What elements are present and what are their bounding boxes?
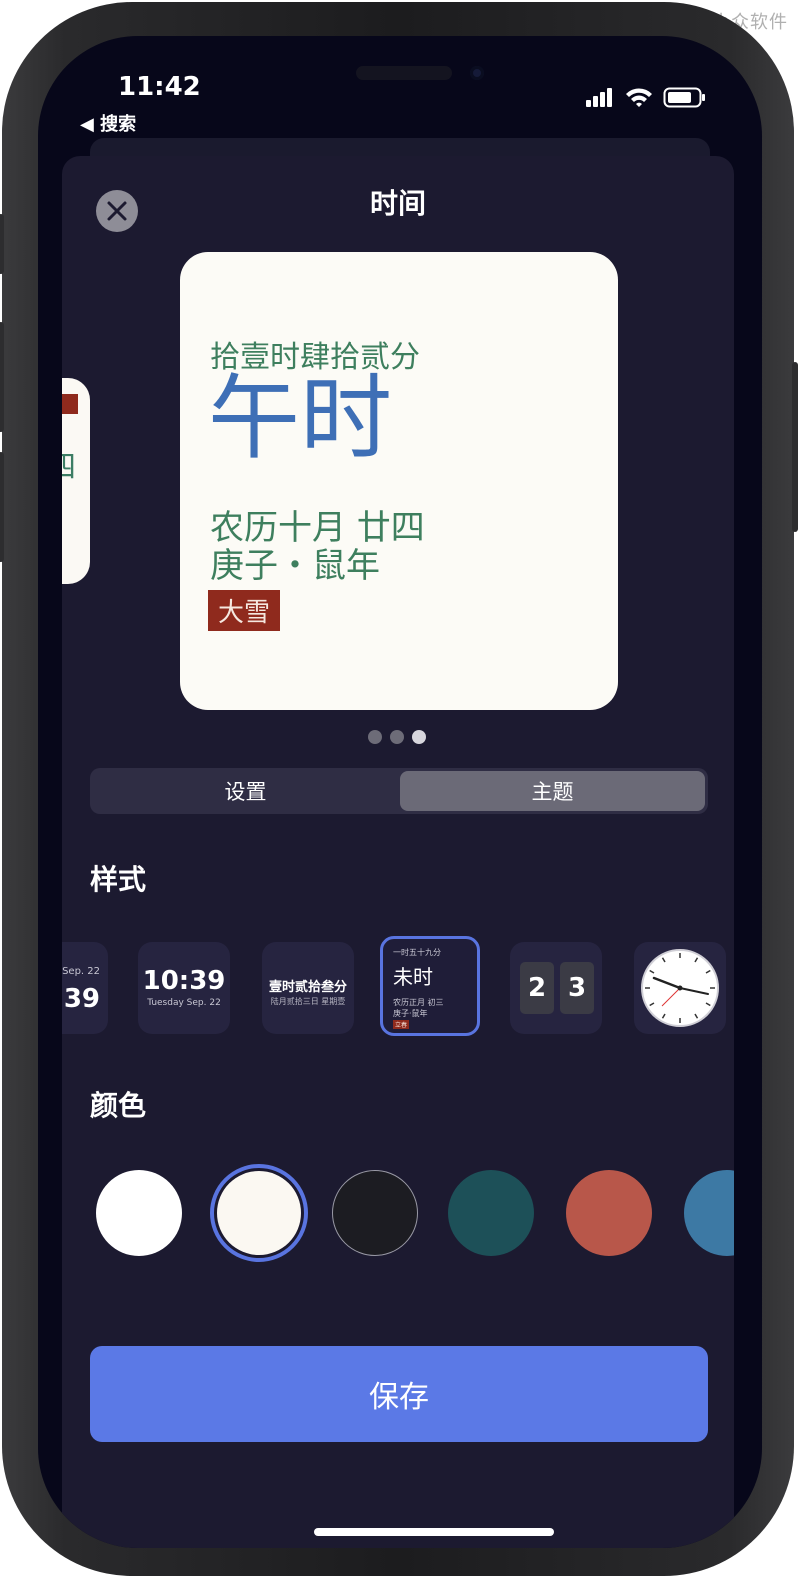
battery-icon (663, 87, 705, 108)
cellular-signal-icon (586, 88, 612, 107)
style-option-trad-time: 一时五十九分 (393, 948, 441, 957)
page-dot[interactable] (390, 730, 404, 744)
color-swatch-cream-selected[interactable] (210, 1164, 308, 1262)
style-option-date-text: Sep. 22 (62, 966, 100, 977)
flip-digit: 2 (520, 962, 554, 1014)
mute-switch (0, 214, 4, 274)
preview-solar-term-badge: 大雪 (208, 590, 281, 631)
power-button (792, 362, 798, 532)
side-card-char: 四 (62, 442, 76, 486)
settings-theme-segmented-control: 设置 主题 (90, 768, 708, 814)
style-option-numerals-text: 壹时贰拾叁分 (268, 980, 347, 995)
style-option-trad-hour: 未时 (393, 965, 433, 989)
back-to-search-link[interactable]: ◀ 搜索 (80, 110, 136, 136)
tab-settings[interactable]: 设置 (93, 771, 398, 811)
color-swatch-coral[interactable] (566, 1170, 652, 1256)
speaker-grille (356, 66, 452, 80)
volume-up-button (0, 322, 4, 432)
style-option-trad-lunar: 农历正月 初三 (393, 998, 444, 1007)
analog-clock-icon (641, 949, 719, 1027)
screen: 11:42 ◀ 搜索 时间 拾壹时肆拾贰分 午时 农历十月 廿四 庚子・鼠年 大… (38, 36, 762, 1548)
style-option-digital-time[interactable]: 10:39 Tuesday Sep. 22 (138, 942, 230, 1034)
color-swatch-white[interactable] (96, 1170, 182, 1256)
style-option-time-text: 10:39 (142, 966, 226, 996)
page-dot-active[interactable] (412, 730, 426, 744)
style-option-date-large[interactable]: Sep. 22 39 (62, 942, 108, 1034)
preview-hour-name: 午时 (208, 365, 393, 472)
side-card-tag (62, 394, 78, 414)
color-swatch-inner (217, 1171, 301, 1255)
home-indicator[interactable] (314, 1528, 554, 1536)
style-option-trad-year: 庚子·鼠年 (393, 1009, 428, 1018)
style-option-analog-clock[interactable] (634, 942, 726, 1034)
color-swatch-teal[interactable] (448, 1170, 534, 1256)
phone-frame: 11:42 ◀ 搜索 时间 拾壹时肆拾贰分 午时 农历十月 廿四 庚子・鼠年 大… (0, 2, 798, 1576)
style-option-day-text: Tuesday Sep. 22 (147, 998, 221, 1008)
status-time: 11:42 (118, 72, 201, 102)
style-option-chinese-numerals[interactable]: 壹时贰拾叁分 陆月贰拾三日 星期壹 (262, 942, 354, 1034)
front-camera (470, 66, 484, 80)
style-option-date-number: 39 (63, 984, 100, 1014)
page-dot[interactable] (368, 730, 382, 744)
style-option-flip-clock[interactable]: 2 3 (510, 942, 602, 1034)
sheet-title: 时间 (369, 187, 426, 220)
color-swatch-blue[interactable] (684, 1170, 734, 1256)
style-option-numerals-date: 陆月贰拾三日 星期壹 (270, 997, 346, 1006)
volume-down-button (0, 452, 4, 562)
color-swatch-black[interactable] (332, 1170, 418, 1256)
widget-preview-card[interactable]: 拾壹时肆拾贰分 午时 农历十月 廿四 庚子・鼠年 大雪 (180, 252, 618, 710)
wifi-icon (626, 88, 652, 107)
previous-preview-card[interactable]: 四 (62, 378, 90, 584)
status-icons (586, 86, 706, 108)
flip-digit: 3 (560, 962, 594, 1014)
preview-year-name: 庚子・鼠年 (210, 546, 380, 586)
save-button[interactable]: 保存 (90, 1346, 708, 1442)
style-option-traditional-selected[interactable]: 一时五十九分 未时 农历正月 初三 庚子·鼠年 立春 (380, 936, 480, 1036)
widget-editor-sheet: 时间 四 拾壹时肆拾贰分 午时 农历十月 廿四 庚子・鼠年 大雪 设置 主题 (62, 156, 734, 1548)
page-indicator[interactable] (368, 730, 426, 744)
color-section-label: 颜色 (90, 1089, 147, 1122)
style-section-label: 样式 (90, 863, 147, 896)
style-option-trad-term: 立春 (393, 1020, 410, 1029)
tab-theme[interactable]: 主题 (400, 771, 705, 811)
